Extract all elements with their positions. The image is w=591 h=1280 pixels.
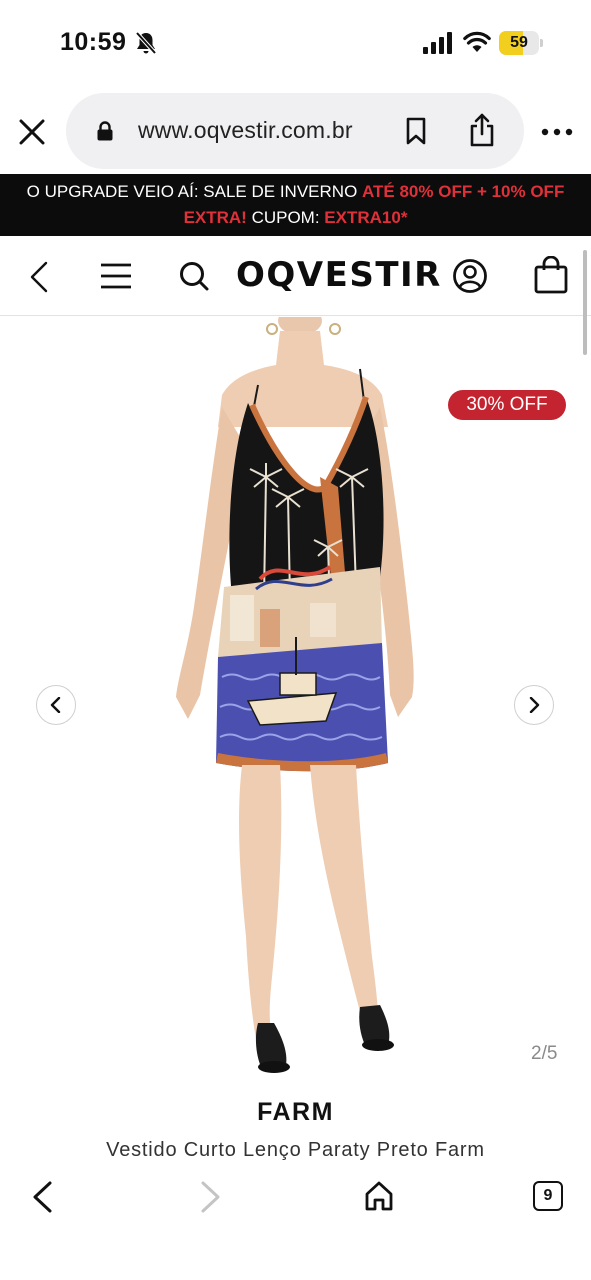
lock-icon [97,121,113,141]
discount-badge: 30% OFF [448,390,566,420]
promo-line-1: O UPGRADE VEIO AÍ: SALE DE INVERNO ATÉ 8… [0,179,591,205]
product-photo [176,317,414,1073]
next-image-button[interactable] [514,685,554,725]
promo-line-2: EXTRA! CUPOM: EXTRA10* [0,205,591,231]
hamburger-menu-icon[interactable] [100,262,132,290]
site-header: OQVESTIR [0,236,591,316]
status-bar: 10:59 59 [0,0,591,88]
wifi-icon [463,31,491,52]
bell-slash-icon [135,31,157,55]
battery-cap [540,39,543,47]
home-icon[interactable] [364,1180,394,1212]
browser-bottom-toolbar: 9 [0,1168,591,1228]
browser-forward-icon[interactable] [199,1180,223,1214]
previous-image-button[interactable] [36,685,76,725]
promo-text-coupon-label: CUPOM: [246,208,325,227]
battery-indicator: 59 [499,31,543,55]
cellular-signal-icon [423,32,452,54]
promo-banner[interactable]: O UPGRADE VEIO AÍ: SALE DE INVERNO ATÉ 8… [0,174,591,236]
battery-level-text: 59 [510,34,528,51]
promo-text-extra: EXTRA! [183,208,247,227]
close-icon[interactable] [18,118,46,146]
product-brand[interactable]: FARM [0,1098,591,1127]
url-text: www.oqvestir.com.br [138,117,353,143]
status-time: 10:59 [60,28,127,56]
promo-text-coupon-code: EXTRA10* [324,208,408,227]
product-image-carousel[interactable]: 30% OFF 2/5 [0,317,591,1087]
product-title: Vestido Curto Lenço Paraty Preto Farm [106,1139,485,1161]
promo-text-intro: O UPGRADE VEIO AÍ: SALE DE INVERNO [26,182,363,201]
more-options-icon[interactable] [541,128,573,136]
site-logo[interactable]: OQVESTIR [236,255,442,295]
chevron-right-icon [529,697,540,713]
chevron-left-icon [50,697,61,713]
url-field[interactable]: www.oqvestir.com.br [66,93,524,169]
search-icon[interactable] [178,260,210,292]
battery-body: 59 [499,31,539,55]
image-counter: 2/5 [531,1043,558,1064]
shopping-bag-icon[interactable] [533,256,569,294]
browser-address-bar: www.oqvestir.com.br [0,88,591,174]
share-icon[interactable] [468,113,496,147]
browser-back-icon[interactable] [30,1180,54,1214]
promo-text-discount: ATÉ 80% OFF + 10% OFF [362,182,565,201]
tabs-count-button[interactable]: 9 [533,1181,563,1211]
user-account-icon[interactable] [452,258,488,294]
chevron-left-icon[interactable] [28,260,50,294]
bookmark-icon[interactable] [404,117,428,145]
